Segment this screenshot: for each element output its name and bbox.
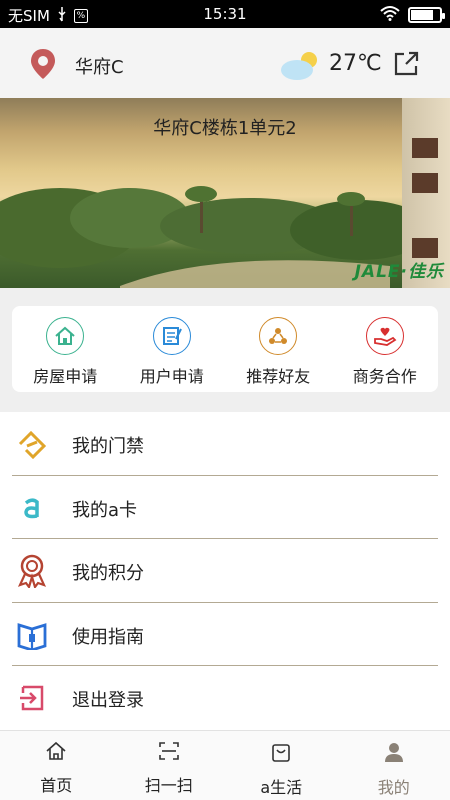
tab-label: 首页 [40, 776, 73, 795]
menu-item-logout[interactable]: 退出登录 [0, 666, 450, 730]
scan-icon [158, 741, 180, 765]
recommend-friend-button[interactable]: 推荐好友 [225, 306, 332, 392]
a-card-icon [14, 492, 50, 524]
bottom-tab-bar: 首页 扫一扫 a生活 我的 [0, 730, 450, 800]
tab-mine[interactable]: 我的 [338, 731, 450, 800]
header: 华府C 27℃ [0, 28, 450, 98]
quick-action-label: 用户申请 [139, 367, 204, 386]
tab-home[interactable]: 首页 [0, 731, 113, 800]
menu-label: 我的积分 [72, 563, 144, 584]
quick-actions-card: 房屋申请 用户申请 推荐好友 商务合作 [12, 306, 438, 392]
access-card-icon [14, 428, 50, 460]
menu-item-points[interactable]: 我的积分 [0, 539, 450, 603]
shopping-bag-icon [270, 741, 292, 767]
temperature: 27℃ [329, 51, 382, 76]
profile-menu: 我的门禁 我的a卡 我的积分 使用指南 退出登录 [0, 412, 450, 730]
user-application-button[interactable]: 用户申请 [119, 306, 226, 392]
medal-icon [14, 554, 50, 588]
brand-logo: JALE·佳乐 [354, 262, 444, 282]
quick-action-label: 房屋申请 [33, 367, 98, 386]
menu-item-access-control[interactable]: 我的门禁 [0, 412, 450, 476]
banner-title: 华府C楼栋1单元2 [153, 118, 297, 139]
business-cooperation-button[interactable]: 商务合作 [332, 306, 439, 392]
quick-action-label: 推荐好友 [246, 367, 311, 386]
status-bar: 无SIM % 15:31 [0, 0, 450, 28]
tab-scan[interactable]: 扫一扫 [113, 731, 226, 800]
person-icon [383, 741, 405, 767]
guide-book-icon [14, 619, 50, 651]
location-label[interactable]: 华府C [75, 53, 124, 79]
cooperation-icon [365, 317, 404, 355]
menu-item-a-card[interactable]: 我的a卡 [0, 476, 450, 539]
menu-label: 退出登录 [72, 690, 144, 711]
banner-image[interactable]: 华府C楼栋1单元2 JALE·佳乐 [0, 98, 450, 288]
form-icon [152, 317, 191, 355]
partly-cloudy-icon [279, 50, 321, 86]
menu-item-user-guide[interactable]: 使用指南 [0, 603, 450, 666]
tab-label: 我的 [377, 778, 410, 797]
menu-label: 使用指南 [72, 626, 144, 648]
location-pin-icon[interactable] [29, 48, 57, 84]
share-icon[interactable] [392, 50, 420, 82]
logout-icon [14, 682, 50, 714]
menu-label: 我的a卡 [72, 499, 138, 521]
quick-action-label: 商务合作 [352, 367, 417, 386]
house-application-button[interactable]: 房屋申请 [12, 306, 119, 392]
tab-label: a生活 [260, 778, 303, 797]
tab-a-life[interactable]: a生活 [225, 731, 338, 800]
recommend-icon [259, 317, 298, 355]
tab-label: 扫一扫 [144, 776, 193, 795]
house-icon [46, 317, 85, 355]
home-icon [45, 741, 67, 765]
battery-icon [408, 7, 445, 23]
menu-label: 我的门禁 [72, 436, 144, 457]
wifi-icon [380, 5, 400, 25]
